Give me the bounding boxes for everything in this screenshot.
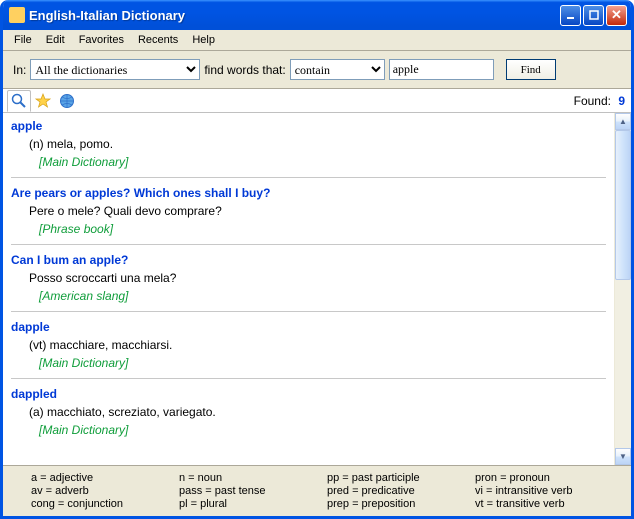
legend-item: av = adverb bbox=[31, 485, 179, 497]
legend-item: cong = conjunction bbox=[31, 498, 179, 510]
in-label: In: bbox=[13, 63, 26, 77]
legend-item: n = noun bbox=[179, 472, 327, 484]
find-button[interactable]: Find bbox=[506, 59, 556, 80]
menu-favorites[interactable]: Favorites bbox=[72, 32, 131, 48]
magnifier-icon bbox=[11, 93, 27, 109]
entry-definition: Pere o mele? Quali devo comprare? bbox=[11, 202, 606, 220]
menu-help[interactable]: Help bbox=[185, 32, 222, 48]
result-entry: dappled (a) macchiato, screziato, varieg… bbox=[11, 385, 606, 445]
entry-definition: Posso scroccarti una mela? bbox=[11, 269, 606, 287]
maximize-button[interactable] bbox=[583, 5, 604, 26]
found-indicator: Found: 9 bbox=[574, 94, 625, 108]
content-area: apple (n) mela, pomo. [Main Dictionary] … bbox=[3, 113, 631, 465]
legend-item: pron = pronoun bbox=[475, 472, 623, 484]
results-tab[interactable] bbox=[7, 90, 31, 112]
window-buttons: ✕ bbox=[560, 5, 627, 26]
legend-item: prep = preposition bbox=[327, 498, 475, 510]
app-window: English-Italian Dictionary ✕ File Edit F… bbox=[0, 0, 634, 519]
legend-col-3: pp = past participle pred = predicative … bbox=[327, 472, 475, 510]
scroll-up-button[interactable]: ▲ bbox=[615, 113, 631, 130]
legend-item: pred = predicative bbox=[327, 485, 475, 497]
legend-col-1: a = adjective av = adverb cong = conjunc… bbox=[31, 472, 179, 510]
minimize-button[interactable] bbox=[560, 5, 581, 26]
menu-recents[interactable]: Recents bbox=[131, 32, 185, 48]
entry-title[interactable]: apple bbox=[11, 117, 606, 135]
found-count: 9 bbox=[618, 94, 625, 108]
entry-source: [Phrase book] bbox=[11, 220, 606, 238]
dictionary-select[interactable]: All the dictionaries bbox=[30, 59, 200, 80]
entry-title[interactable]: Can I bum an apple? bbox=[11, 251, 606, 269]
result-entry: dapple (vt) macchiare, macchiarsi. [Main… bbox=[11, 318, 606, 379]
match-mode-select[interactable]: contain bbox=[290, 59, 385, 80]
menubar: File Edit Favorites Recents Help bbox=[3, 30, 631, 51]
result-entry: Can I bum an apple? Posso scroccarti una… bbox=[11, 251, 606, 312]
legend-col-2: n = noun pass = past tense pl = plural bbox=[179, 472, 327, 510]
menu-edit[interactable]: Edit bbox=[39, 32, 72, 48]
entry-source: [Main Dictionary] bbox=[11, 354, 606, 372]
entry-source: [American slang] bbox=[11, 287, 606, 305]
legend-item: vt = transitive verb bbox=[475, 498, 623, 510]
entry-definition: (a) macchiato, screziato, variegato. bbox=[11, 403, 606, 421]
legend-item: pp = past participle bbox=[327, 472, 475, 484]
favorites-tab[interactable] bbox=[31, 90, 55, 112]
legend-footer: a = adjective av = adverb cong = conjunc… bbox=[3, 465, 631, 516]
web-tab[interactable] bbox=[55, 90, 79, 112]
legend-item: pl = plural bbox=[179, 498, 327, 510]
search-input[interactable] bbox=[389, 59, 494, 80]
entry-definition: (n) mela, pomo. bbox=[11, 135, 606, 153]
menu-file[interactable]: File bbox=[7, 32, 39, 48]
entry-title[interactable]: dapple bbox=[11, 318, 606, 336]
titlebar: English-Italian Dictionary ✕ bbox=[3, 0, 631, 30]
result-entry: apple (n) mela, pomo. [Main Dictionary] bbox=[11, 117, 606, 178]
entry-title[interactable]: Are pears or apples? Which ones shall I … bbox=[11, 184, 606, 202]
legend-col-4: pron = pronoun vi = intransitive verb vt… bbox=[475, 472, 623, 510]
entry-source: [Main Dictionary] bbox=[11, 421, 606, 439]
entry-title[interactable]: dappled bbox=[11, 385, 606, 403]
scroll-thumb[interactable] bbox=[615, 130, 631, 280]
globe-icon bbox=[59, 93, 75, 109]
found-label: Found: bbox=[574, 94, 611, 108]
find-words-label: find words that: bbox=[204, 63, 285, 77]
close-button[interactable]: ✕ bbox=[606, 5, 627, 26]
entry-source: [Main Dictionary] bbox=[11, 153, 606, 171]
star-icon bbox=[35, 93, 51, 109]
scrollbar[interactable]: ▲ ▼ bbox=[614, 113, 631, 465]
legend-item: a = adjective bbox=[31, 472, 179, 484]
search-bar: In: All the dictionaries find words that… bbox=[3, 51, 631, 89]
scroll-down-button[interactable]: ▼ bbox=[615, 448, 631, 465]
entry-definition: (vt) macchiare, macchiarsi. bbox=[11, 336, 606, 354]
results-list: apple (n) mela, pomo. [Main Dictionary] … bbox=[3, 113, 614, 465]
tab-row: Found: 9 bbox=[3, 89, 631, 113]
app-icon bbox=[9, 7, 25, 23]
legend-item: pass = past tense bbox=[179, 485, 327, 497]
window-title: English-Italian Dictionary bbox=[29, 8, 560, 23]
result-entry: Are pears or apples? Which ones shall I … bbox=[11, 184, 606, 245]
legend-item: vi = intransitive verb bbox=[475, 485, 623, 497]
